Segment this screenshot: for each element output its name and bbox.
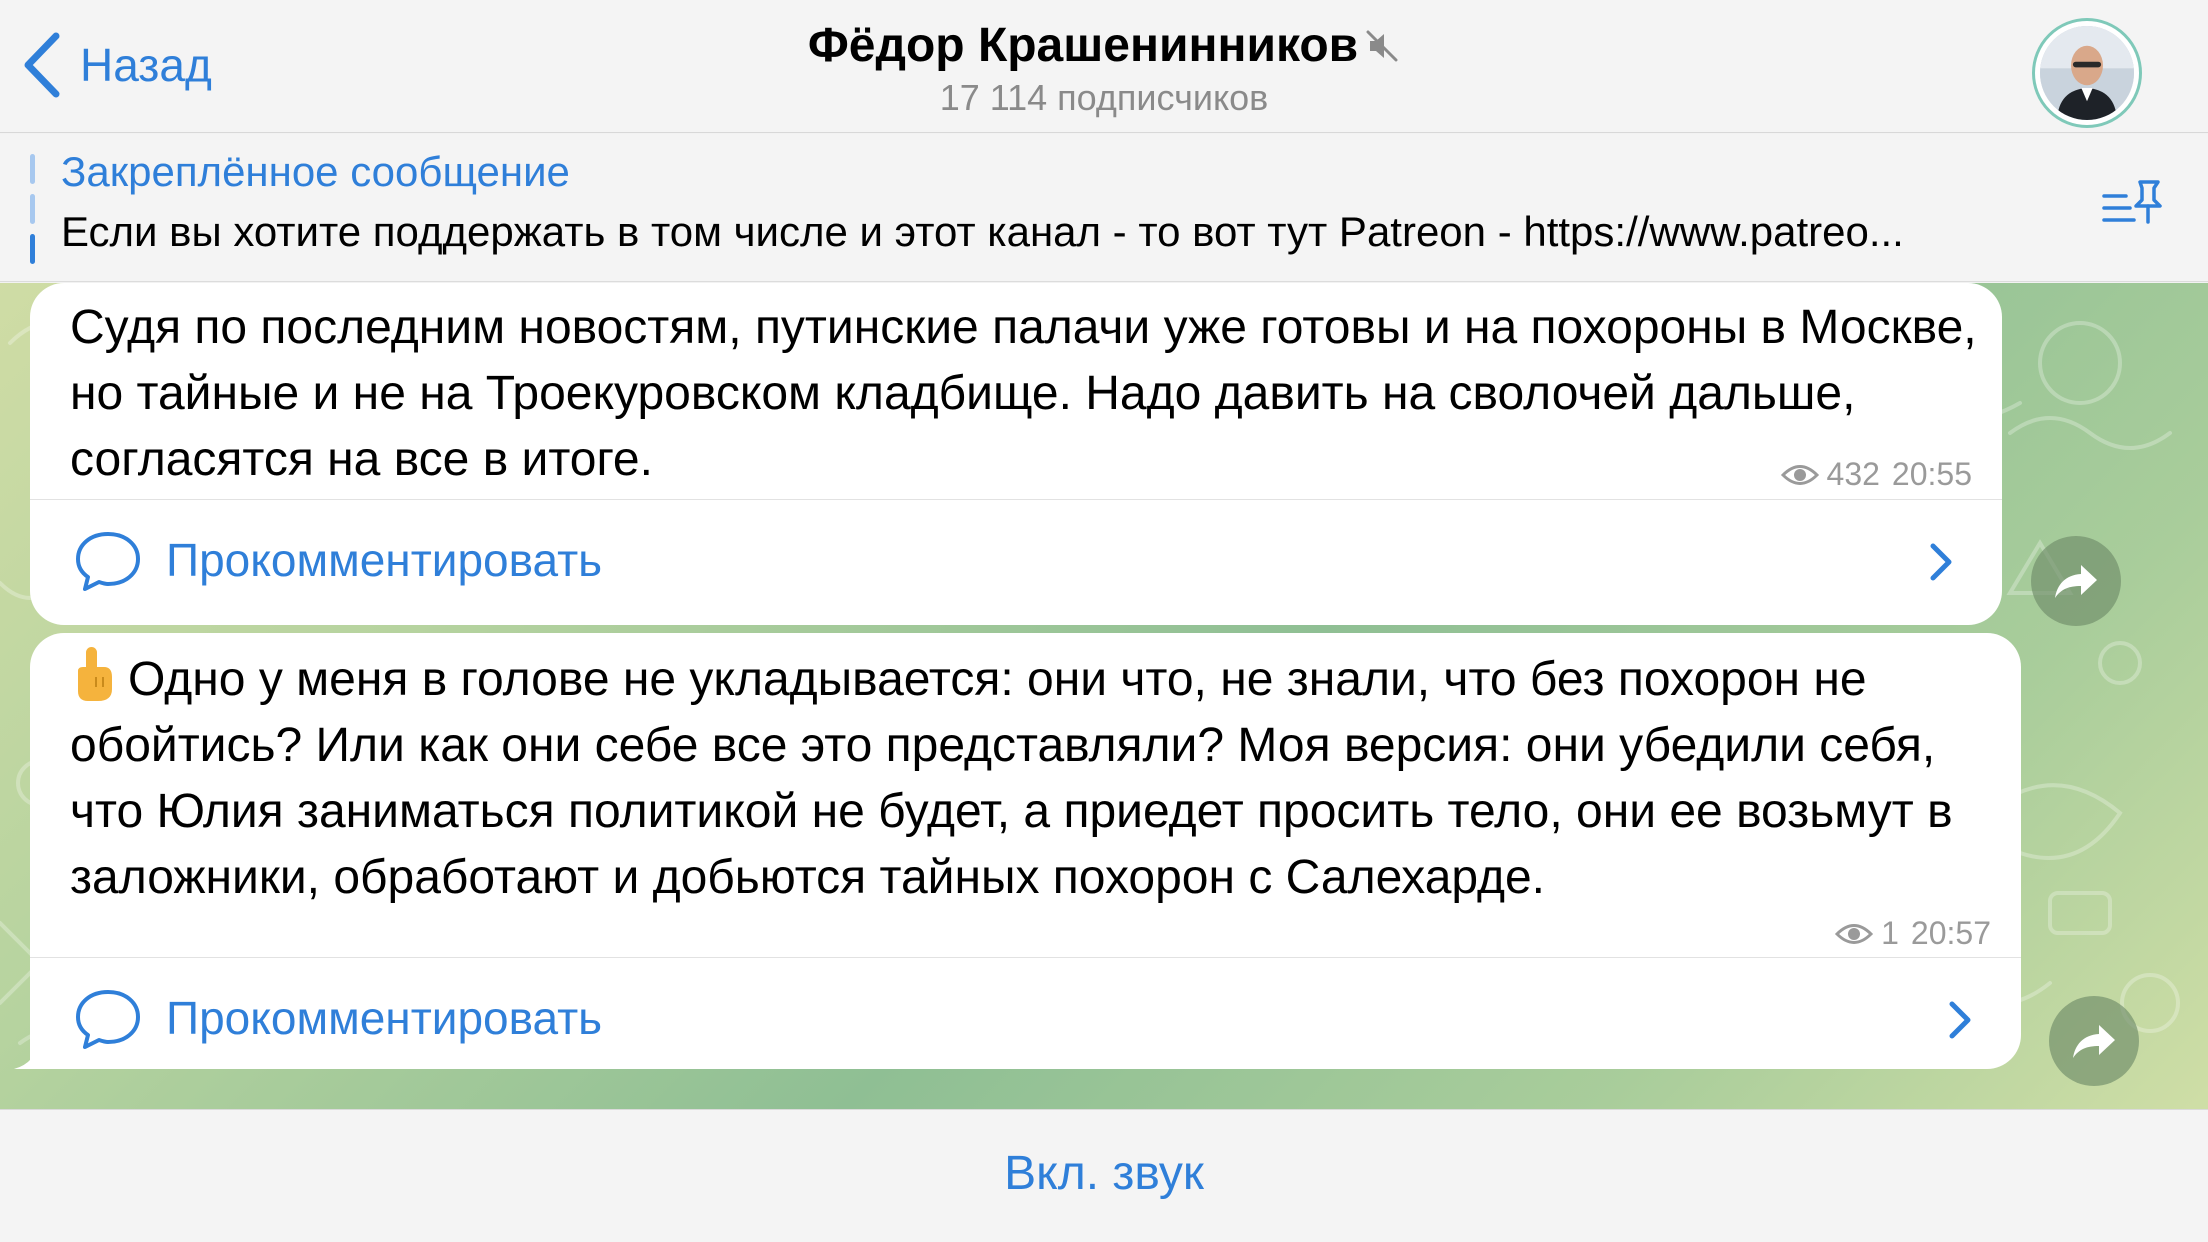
- comment-label: Прокомментировать: [166, 534, 603, 586]
- message-meta: 1 20:57: [1835, 915, 1991, 952]
- comment-label: Прокомментировать: [166, 992, 603, 1044]
- pinned-title: Закреплённое сообщение: [61, 148, 570, 195]
- share-arrow-icon: [2055, 565, 2097, 598]
- comment-bubble-icon: [76, 990, 140, 1049]
- message-text: Одно у меня в голове не укладывается: он…: [70, 645, 2010, 911]
- bubble-tail: [14, 1039, 54, 1069]
- comment-bubble-icon: [76, 532, 140, 591]
- channel-title: Фёдор Крашенинников: [808, 18, 1400, 73]
- message-time: 20:57: [1910, 915, 1991, 951]
- chevron-right-icon: [1949, 1001, 1971, 1039]
- message-bubble: Судя по последним новостям, путинские па…: [30, 283, 2002, 625]
- view-count: 1: [1881, 915, 1899, 951]
- avatar-photo: [2040, 26, 2134, 120]
- pinned-text: Если вы хотите поддержать в том числе и …: [61, 208, 1904, 255]
- muted-speaker-icon: [1366, 30, 1398, 61]
- chat-area[interactable]: Судя по последним новостям, путинские па…: [0, 283, 2208, 1109]
- share-arrow-icon: [2073, 1025, 2115, 1058]
- message-text: Судя по последним новостям, путинские па…: [70, 301, 1977, 486]
- eye-icon: [1835, 923, 1874, 944]
- bottom-bar: Вкл. звук: [0, 1109, 2208, 1242]
- pointing-up-hand-icon: [78, 647, 112, 701]
- pinned-message-bar[interactable]: Закреплённое сообщение Если вы хотите по…: [0, 134, 2208, 282]
- message-time: 20:55: [1891, 456, 1972, 492]
- avatar[interactable]: [2032, 18, 2142, 128]
- view-count: 432: [1826, 456, 1880, 492]
- channel-name: Фёдор Крашенинников: [807, 19, 1359, 72]
- chat-header: Назад Фёдор Крашенинников 17 114 подписч…: [0, 0, 2208, 133]
- pinned-indicator: [30, 154, 35, 264]
- eye-icon: [1780, 464, 1819, 485]
- message-meta: 432 20:55: [1780, 456, 1972, 493]
- unmute-button[interactable]: Вкл. звук: [0, 1146, 2208, 1201]
- chevron-right-icon: [1930, 543, 1952, 581]
- share-button[interactable]: [2031, 536, 2121, 626]
- pin-list-icon[interactable]: [2100, 178, 2164, 234]
- share-button[interactable]: [2049, 996, 2139, 1086]
- channel-title-block[interactable]: Фёдор Крашенинников 17 114 подписчиков: [0, 18, 2208, 119]
- subscriber-count: 17 114 подписчиков: [939, 77, 1269, 118]
- message-bubble: Одно у меня в голове не укладывается: он…: [30, 633, 2021, 1069]
- comment-button[interactable]: Прокомментировать: [30, 958, 2021, 1078]
- comment-button[interactable]: Прокомментировать: [30, 500, 2002, 620]
- message-body: Одно у меня в голове не укладывается: он…: [70, 653, 1953, 904]
